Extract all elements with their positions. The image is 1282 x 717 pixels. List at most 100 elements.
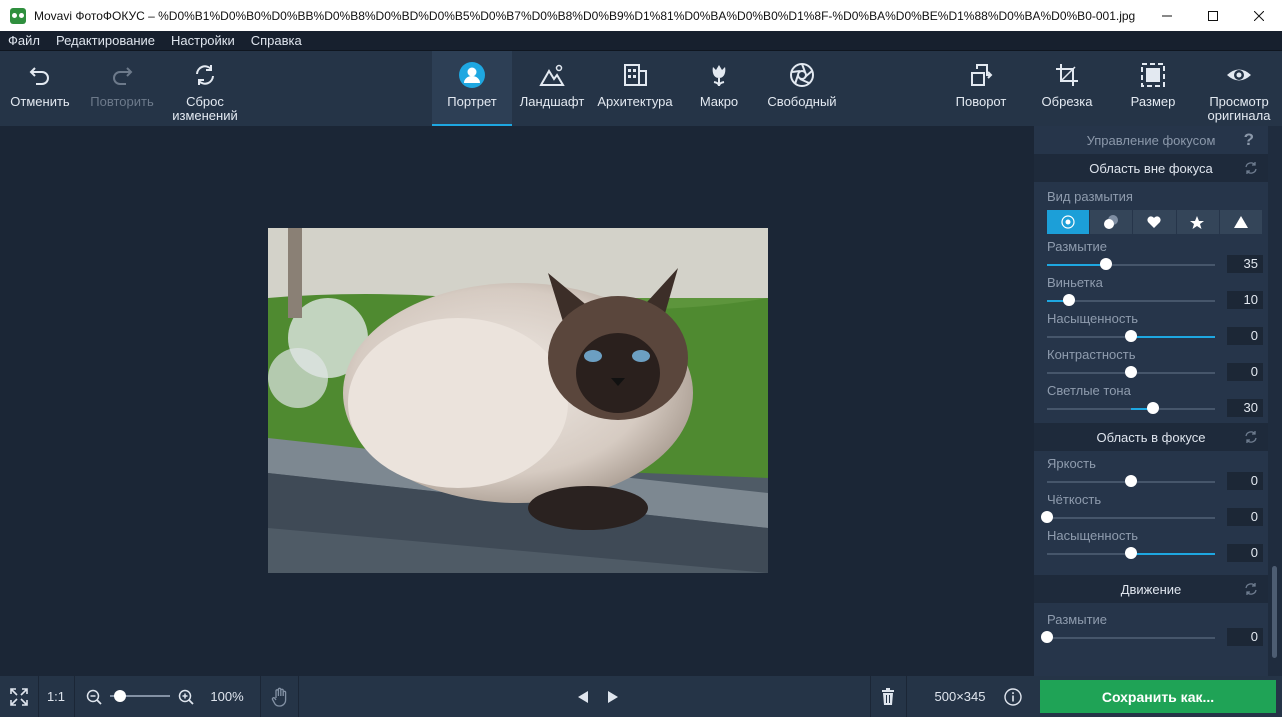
blur-slider-track[interactable] (1047, 264, 1215, 266)
actual-size-button[interactable]: 1:1 (39, 676, 73, 717)
out-of-focus-title: Область вне фокуса (1089, 160, 1213, 176)
bottom-bar: 1:1 100% 500×345 Сохранить как... (0, 676, 1282, 717)
section-reset-icon[interactable] (1244, 161, 1258, 175)
brightness-value[interactable]: 0 (1227, 472, 1263, 490)
undo-button[interactable]: Отменить (4, 51, 76, 126)
panel-scrollbar[interactable] (1268, 126, 1282, 676)
brightness-slider-thumb[interactable] (1125, 475, 1137, 487)
app-logo-icon (10, 7, 26, 24)
maximize-button[interactable] (1190, 0, 1236, 31)
section-reset-icon[interactable] (1244, 430, 1258, 444)
focus-saturation-slider-thumb[interactable] (1125, 547, 1137, 559)
focus-saturation-label: Насыщенность (1047, 528, 1139, 543)
highlights-slider-track[interactable] (1047, 408, 1215, 410)
menu-edit[interactable]: Редактирование (48, 33, 163, 48)
hand-icon (271, 687, 287, 707)
triangle-icon (1233, 216, 1248, 228)
preview-label-1: Просмотр (1209, 94, 1269, 109)
motion-blur-value[interactable]: 0 (1227, 628, 1263, 646)
focus-control-header: Управление фокусом ? (1034, 126, 1268, 154)
motion-header[interactable]: Движение (1034, 575, 1268, 603)
saturation-slider-thumb[interactable] (1125, 330, 1137, 342)
hand-tool-button[interactable] (262, 676, 298, 717)
blur-type-bokeh[interactable] (1090, 210, 1133, 234)
tab-portrait[interactable]: Портрет (432, 51, 512, 126)
close-button[interactable] (1236, 0, 1282, 31)
blur-slider-thumb[interactable] (1099, 258, 1112, 270)
crop-label: Обрезка (1041, 94, 1093, 109)
rotate-icon (966, 61, 996, 89)
divider (298, 676, 299, 717)
save-as-button[interactable]: Сохранить как... (1040, 680, 1276, 713)
sharpness-value[interactable]: 0 (1227, 508, 1263, 526)
blur-slider-fill (1047, 264, 1106, 266)
building-icon (620, 61, 650, 89)
fit-screen-button[interactable] (0, 676, 38, 717)
reset-label-1: Сброс (186, 94, 224, 109)
help-icon[interactable]: ? (1244, 130, 1254, 150)
sharpness-slider-row: Чёткость 0 (1034, 491, 1268, 527)
resize-button[interactable]: Размер (1120, 51, 1186, 126)
tab-architecture[interactable]: Архитектура (592, 51, 678, 126)
blur-type-star[interactable] (1176, 210, 1219, 234)
sharpness-slider-track[interactable] (1047, 517, 1215, 519)
next-image-button[interactable] (602, 676, 624, 717)
divider (906, 676, 907, 717)
zoom-out-button[interactable] (84, 676, 104, 717)
saturation-value[interactable]: 0 (1227, 327, 1263, 345)
motion-blur-slider-track[interactable] (1047, 637, 1215, 639)
menu-settings[interactable]: Настройки (163, 33, 243, 48)
section-reset-icon[interactable] (1244, 582, 1258, 596)
redo-label: Повторить (90, 94, 154, 109)
contrast-slider-row: Контрастность 0 (1034, 346, 1268, 382)
free-label: Свободный (767, 94, 837, 109)
menu-help[interactable]: Справка (243, 33, 310, 48)
contrast-value[interactable]: 0 (1227, 363, 1263, 381)
divider (260, 676, 261, 717)
motion-blur-slider-row: Размытие 0 (1034, 611, 1268, 647)
preview-original-button[interactable]: Просмотр оригинала (1202, 51, 1276, 126)
zoom-in-button[interactable] (176, 676, 196, 717)
rotate-button[interactable]: Поворот (948, 51, 1014, 126)
blur-value[interactable]: 35 (1227, 255, 1263, 273)
blur-type-heart[interactable] (1133, 210, 1176, 234)
blur-type-triangle[interactable] (1219, 210, 1263, 234)
highlights-value[interactable]: 30 (1227, 399, 1263, 417)
photo-preview (268, 228, 768, 573)
resize-label: Размер (1130, 94, 1176, 109)
vignette-value[interactable]: 10 (1227, 291, 1263, 309)
delete-button[interactable] (872, 676, 904, 717)
highlights-slider-thumb[interactable] (1146, 402, 1159, 414)
vignette-slider-thumb[interactable] (1062, 294, 1075, 306)
saturation-label: Насыщенность (1047, 311, 1139, 326)
star-icon (1189, 216, 1204, 229)
out-of-focus-header[interactable]: Область вне фокуса (1034, 154, 1268, 182)
tab-landscape[interactable]: Ландшафт (514, 51, 590, 126)
sharpness-slider-thumb[interactable] (1041, 511, 1053, 523)
reset-changes-button[interactable]: Сброс изменений (168, 51, 242, 126)
contrast-slider-thumb[interactable] (1125, 366, 1137, 378)
zoom-slider-thumb[interactable] (114, 690, 126, 702)
redo-icon (107, 61, 137, 89)
blur-type-circle[interactable] (1047, 210, 1090, 234)
motion-blur-slider-thumb[interactable] (1041, 631, 1053, 643)
in-focus-header[interactable]: Область в фокусе (1034, 423, 1268, 451)
image-canvas[interactable] (0, 126, 1034, 676)
tab-free[interactable]: Свободный (762, 51, 842, 126)
saturation-slider-fill (1131, 336, 1215, 338)
blur-slider-row: Размытие 35 (1034, 238, 1268, 274)
panel-scroll-thumb[interactable] (1272, 566, 1277, 658)
crop-button[interactable]: Обрезка (1034, 51, 1100, 126)
menu-file[interactable]: Файл (0, 33, 48, 48)
info-button[interactable] (1002, 676, 1024, 717)
blur-type-label: Вид размытия (1047, 189, 1133, 204)
reset-label-2: изменений (172, 108, 238, 123)
heart-icon (1146, 216, 1161, 228)
focus-saturation-slider-fill (1131, 553, 1215, 555)
focus-saturation-value[interactable]: 0 (1227, 544, 1263, 562)
redo-button[interactable]: Повторить (84, 51, 160, 126)
zoom-in-icon (178, 689, 194, 705)
previous-image-button[interactable] (572, 676, 594, 717)
minimize-button[interactable] (1144, 0, 1190, 31)
tab-macro[interactable]: Макро (684, 51, 754, 126)
